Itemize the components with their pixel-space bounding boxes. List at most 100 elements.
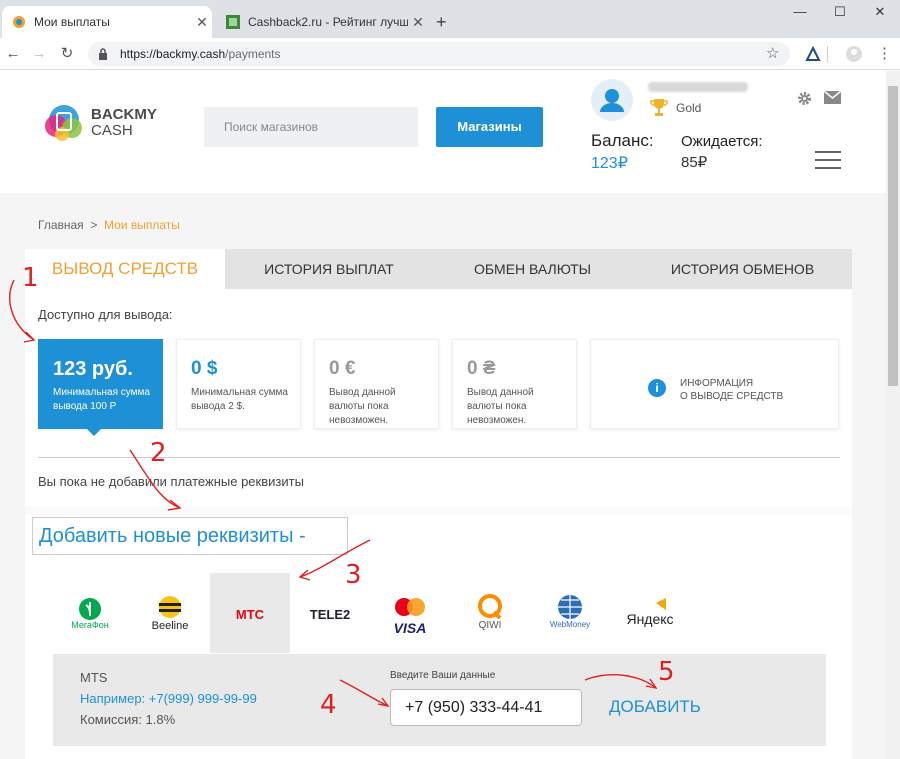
toolbar-divider: [827, 46, 828, 62]
user-level: Gold: [676, 101, 702, 115]
close-tab-icon[interactable]: ✕: [408, 14, 428, 31]
tab-currency-exchange[interactable]: ОБМЕН ВАЛЮТЫ: [430, 249, 635, 289]
balance-card-rub[interactable]: 123 руб. Минимальная сумма вывода 100 Р: [38, 339, 163, 429]
qiwi-logo-icon: [478, 594, 502, 620]
scrollbar-thumb[interactable]: [888, 86, 898, 386]
new-tab-button[interactable]: +: [436, 12, 447, 33]
operator-label: QIWI: [478, 620, 502, 631]
card-note: Минимальная сумма вывода 100 Р: [53, 387, 150, 412]
operator-visa[interactable]: VISA: [370, 573, 450, 653]
yandex-money-icon: [656, 598, 666, 610]
no-details-text: Вы пока не добавили платежные реквизиты: [38, 474, 304, 489]
tab-title: Cashback2.ru - Рейтинг лучших: [248, 15, 408, 29]
lock-icon: [99, 48, 107, 60]
card-amount: 0 ₴: [467, 358, 496, 379]
operator-webmoney[interactable]: WebMoney: [530, 573, 610, 653]
card-note: Минимальная сумма вывода 2 $.: [191, 387, 288, 412]
available-label: Доступно для вывода:: [38, 307, 173, 322]
annotation-label: 3: [345, 560, 362, 590]
balance-card-usd[interactable]: 0 $ Минимальная сумма вывода 2 $.: [176, 339, 301, 429]
operator-label: МегаФон: [71, 620, 109, 630]
expected-label: Ожидается:: [681, 133, 763, 150]
webmoney-globe-icon: [558, 595, 582, 619]
card-note: Вывод данной валюты пока невозможен.: [467, 387, 534, 426]
minimize-button[interactable]: —: [785, 4, 815, 24]
info-icon: i: [648, 379, 666, 397]
backmy-logo-icon[interactable]: [40, 98, 88, 146]
cashback-favicon: [226, 15, 240, 29]
balance-value: 123₽: [591, 155, 628, 172]
annotation-label: 4: [320, 690, 337, 720]
close-tab-icon[interactable]: ✕: [192, 14, 212, 31]
operator-label: Яндекс: [626, 611, 674, 627]
card-amount: 0 €: [329, 358, 356, 379]
info-text[interactable]: ИНФОРМАЦИЯ О ВЫВОДЕ СРЕДСТВ: [680, 377, 783, 403]
breadcrumb-home[interactable]: Главная: [38, 218, 84, 232]
breadcrumb-current: Мои выплаты: [104, 218, 180, 232]
browser-tab[interactable]: Cashback2.ru - Рейтинг лучших ✕: [216, 6, 428, 38]
operator-beeline[interactable]: Beeline: [130, 573, 210, 653]
annotation-label: 1: [22, 263, 39, 293]
search-input[interactable]: Поиск магазинов: [204, 107, 418, 147]
operator-yandex[interactable]: Яндекс: [610, 573, 690, 653]
operator-label: WebMoney: [549, 620, 591, 629]
menu-dots-icon[interactable]: ⋮: [877, 44, 892, 62]
annotation-label: 5: [658, 657, 675, 687]
operator-label: МТС: [235, 607, 265, 622]
phone-input[interactable]: +7 (950) 333-44-41: [390, 689, 582, 726]
operator-megafon[interactable]: МегаФон: [50, 573, 130, 653]
tab-exchange-history[interactable]: ИСТОРИЯ ОБМЕНОВ: [635, 249, 850, 289]
operator-label: VISA: [393, 620, 427, 636]
maximize-button[interactable]: ☐: [825, 4, 855, 24]
user-icon: [600, 89, 624, 112]
tab-payout-history[interactable]: ИСТОРИЯ ВЫПЛАТ: [228, 249, 430, 289]
operator-mts-selected[interactable]: МТС: [210, 573, 290, 653]
breadcrumb: Главная > Мои выплаты: [38, 218, 180, 232]
blurred-email: [648, 82, 748, 92]
url-host: https://backmy.cash: [120, 47, 226, 61]
hamburger-menu-icon[interactable]: [815, 151, 841, 169]
add-button[interactable]: ДОБАВИТЬ: [609, 697, 701, 717]
back-icon[interactable]: ←: [2, 43, 24, 65]
bookmark-star-icon[interactable]: ☆: [766, 44, 779, 62]
operator-name: MTS: [80, 670, 108, 685]
operator-qiwi[interactable]: QIWI: [450, 573, 530, 653]
operator-label: Beeline: [151, 620, 189, 632]
beeline-logo-icon: [159, 596, 181, 618]
url-path: /payments: [225, 47, 281, 61]
shops-button[interactable]: Магазины: [436, 107, 543, 147]
tab-title: Мои выплаты: [34, 15, 110, 29]
commission-text: Комиссия: 1.8%: [80, 712, 176, 727]
operator-label: TELE2: [309, 607, 351, 622]
gear-icon[interactable]: [796, 90, 813, 107]
example-text: Например: +7(999) 999-99-99: [80, 691, 257, 706]
forward-icon[interactable]: →: [28, 43, 50, 65]
input-label: Введите Ваши данные: [390, 670, 496, 681]
breadcrumb-separator: >: [90, 218, 98, 232]
close-window-button[interactable]: ✕: [865, 4, 895, 24]
logo-text[interactable]: BACKMY CASH: [91, 107, 157, 139]
tab-withdraw[interactable]: ВЫВОД СРЕДСТВ: [25, 249, 225, 289]
trophy-icon: [650, 99, 668, 116]
browser-tab-active[interactable]: Мои выплаты ✕: [2, 6, 212, 38]
extension-icon[interactable]: [805, 46, 821, 62]
site-favicon: [13, 16, 25, 28]
logo-line-2: CASH: [91, 122, 133, 139]
profile-icon[interactable]: [845, 45, 863, 63]
card-amount: 0 $: [191, 358, 218, 379]
info-line-1: ИНФОРМАЦИЯ: [680, 378, 754, 389]
balance-label: Баланс:: [591, 131, 654, 150]
address-bar[interactable]: https://backmy.cash/payments: [88, 42, 790, 66]
reload-icon[interactable]: ↻: [56, 43, 78, 65]
balance-card-uah[interactable]: 0 ₴ Вывод данной валюты пока невозможен.: [452, 339, 577, 429]
avatar[interactable]: [591, 79, 633, 121]
mail-icon[interactable]: [824, 91, 841, 104]
balance-card-eur[interactable]: 0 € Вывод данной валюты пока невозможен.: [314, 339, 439, 429]
mastercard-icon: [395, 598, 425, 616]
logo-line-1: BACKMY: [91, 106, 157, 123]
card-amount: 123 руб.: [53, 358, 133, 380]
section-gap: [25, 507, 852, 515]
add-details-toggle[interactable]: Добавить новые реквизиты -: [32, 517, 348, 555]
annotation-label: 2: [150, 438, 167, 468]
selected-card-pointer: [86, 428, 102, 436]
